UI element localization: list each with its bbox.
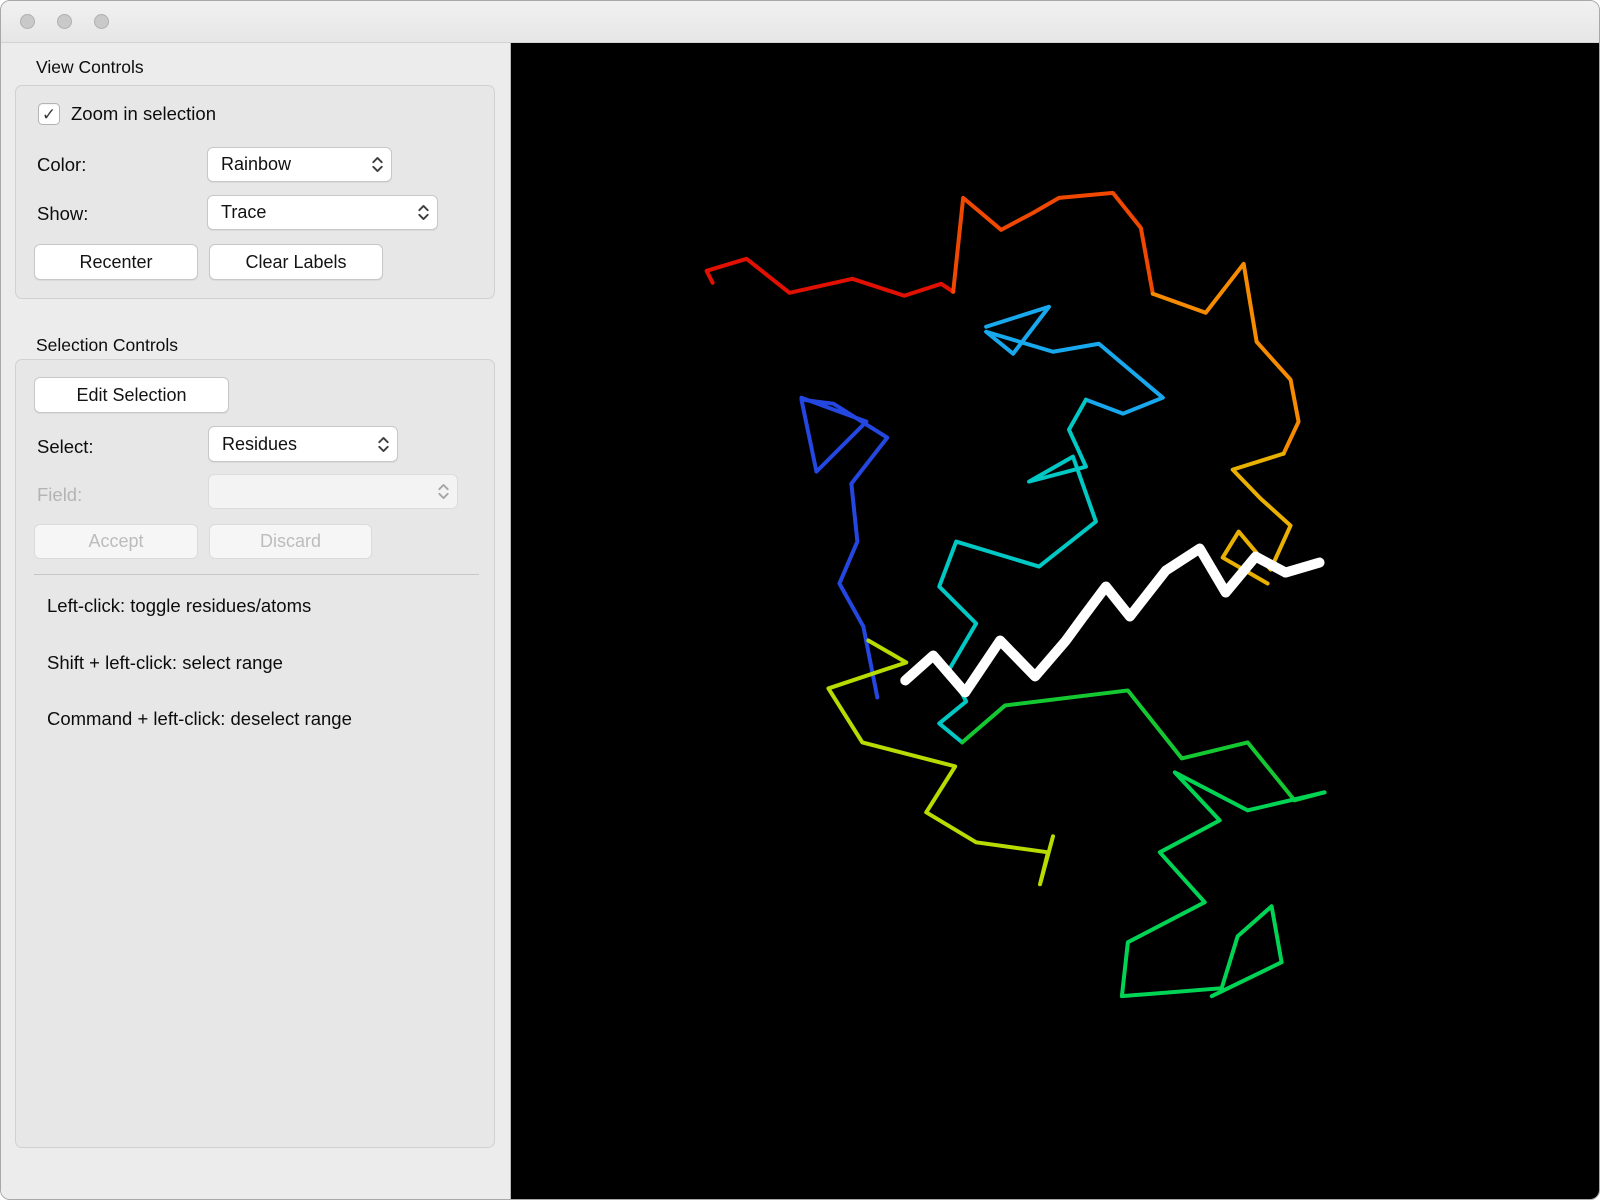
selection-controls-title: Selection Controls xyxy=(36,335,179,355)
molecule-canvas[interactable] xyxy=(511,43,1599,1200)
molecule-segment-gold[interactable] xyxy=(1220,451,1293,586)
zoom-button[interactable] xyxy=(94,14,109,29)
color-dropdown-value: Rainbow xyxy=(221,154,292,174)
molecule-viewport[interactable] xyxy=(511,43,1599,1200)
view-controls-title: View Controls xyxy=(36,57,144,77)
molecule-segment-yellow-green[interactable] xyxy=(826,638,1055,887)
zoom-in-selection-row[interactable]: ✓ Zoom in selection xyxy=(38,103,216,125)
checkmark-icon: ✓ xyxy=(41,104,57,124)
show-label: Show: xyxy=(37,203,89,224)
sidebar: View Controls ✓ Zoom in selection Color:… xyxy=(1,43,511,1199)
molecule-segment-n-terminus-red[interactable] xyxy=(704,256,956,298)
select-dropdown[interactable]: Residues xyxy=(208,426,398,462)
chevron-up-down-icon xyxy=(370,434,397,455)
molecule-segment-spring-green[interactable] xyxy=(1119,770,1327,999)
show-dropdown[interactable]: Trace xyxy=(207,195,438,230)
edit-selection-button[interactable]: Edit Selection xyxy=(34,377,229,413)
divider xyxy=(34,574,479,575)
show-dropdown-value: Trace xyxy=(221,202,267,222)
selection-controls-group: Edit Selection Select: Residues Field: A… xyxy=(15,359,495,1148)
help-left-click: Left-click: toggle residues/atoms xyxy=(47,595,312,616)
discard-button: Discard xyxy=(209,524,372,559)
help-shift-left-click: Shift + left-click: select range xyxy=(47,652,283,673)
molecule-segment-orange[interactable] xyxy=(1150,261,1301,456)
minimize-button[interactable] xyxy=(57,14,72,29)
clear-labels-button[interactable]: Clear Labels xyxy=(209,244,383,280)
field-dropdown xyxy=(208,474,458,509)
close-button[interactable] xyxy=(20,14,35,29)
chevron-up-down-icon xyxy=(410,202,437,223)
molecule-segment-selection-white[interactable] xyxy=(900,543,1325,698)
recenter-button[interactable]: Recenter xyxy=(34,244,198,280)
window-controls xyxy=(20,14,109,29)
zoom-in-selection-label: Zoom in selection xyxy=(71,103,216,124)
molecule-segment-orange-red[interactable] xyxy=(951,190,1155,296)
molecule-segment-sky-blue[interactable] xyxy=(984,304,1165,416)
select-dropdown-value: Residues xyxy=(222,433,298,454)
titlebar xyxy=(1,1,1599,43)
accept-button: Accept xyxy=(34,524,198,559)
view-controls-group: ✓ Zoom in selection Color: Rainbow Show:… xyxy=(15,85,495,299)
field-label: Field: xyxy=(37,484,83,505)
app-window: View Controls ✓ Zoom in selection Color:… xyxy=(0,0,1600,1200)
molecule-segment-blue[interactable] xyxy=(799,395,890,700)
molecule-segment-green[interactable] xyxy=(960,688,1327,803)
zoom-in-selection-checkbox[interactable]: ✓ xyxy=(38,103,60,125)
color-dropdown[interactable]: Rainbow xyxy=(207,147,392,182)
help-command-left-click: Command + left-click: deselect range xyxy=(47,708,352,729)
color-label: Color: xyxy=(37,154,87,175)
chevron-up-down-icon xyxy=(430,481,457,502)
chevron-up-down-icon xyxy=(364,154,391,175)
select-label: Select: xyxy=(37,436,94,457)
